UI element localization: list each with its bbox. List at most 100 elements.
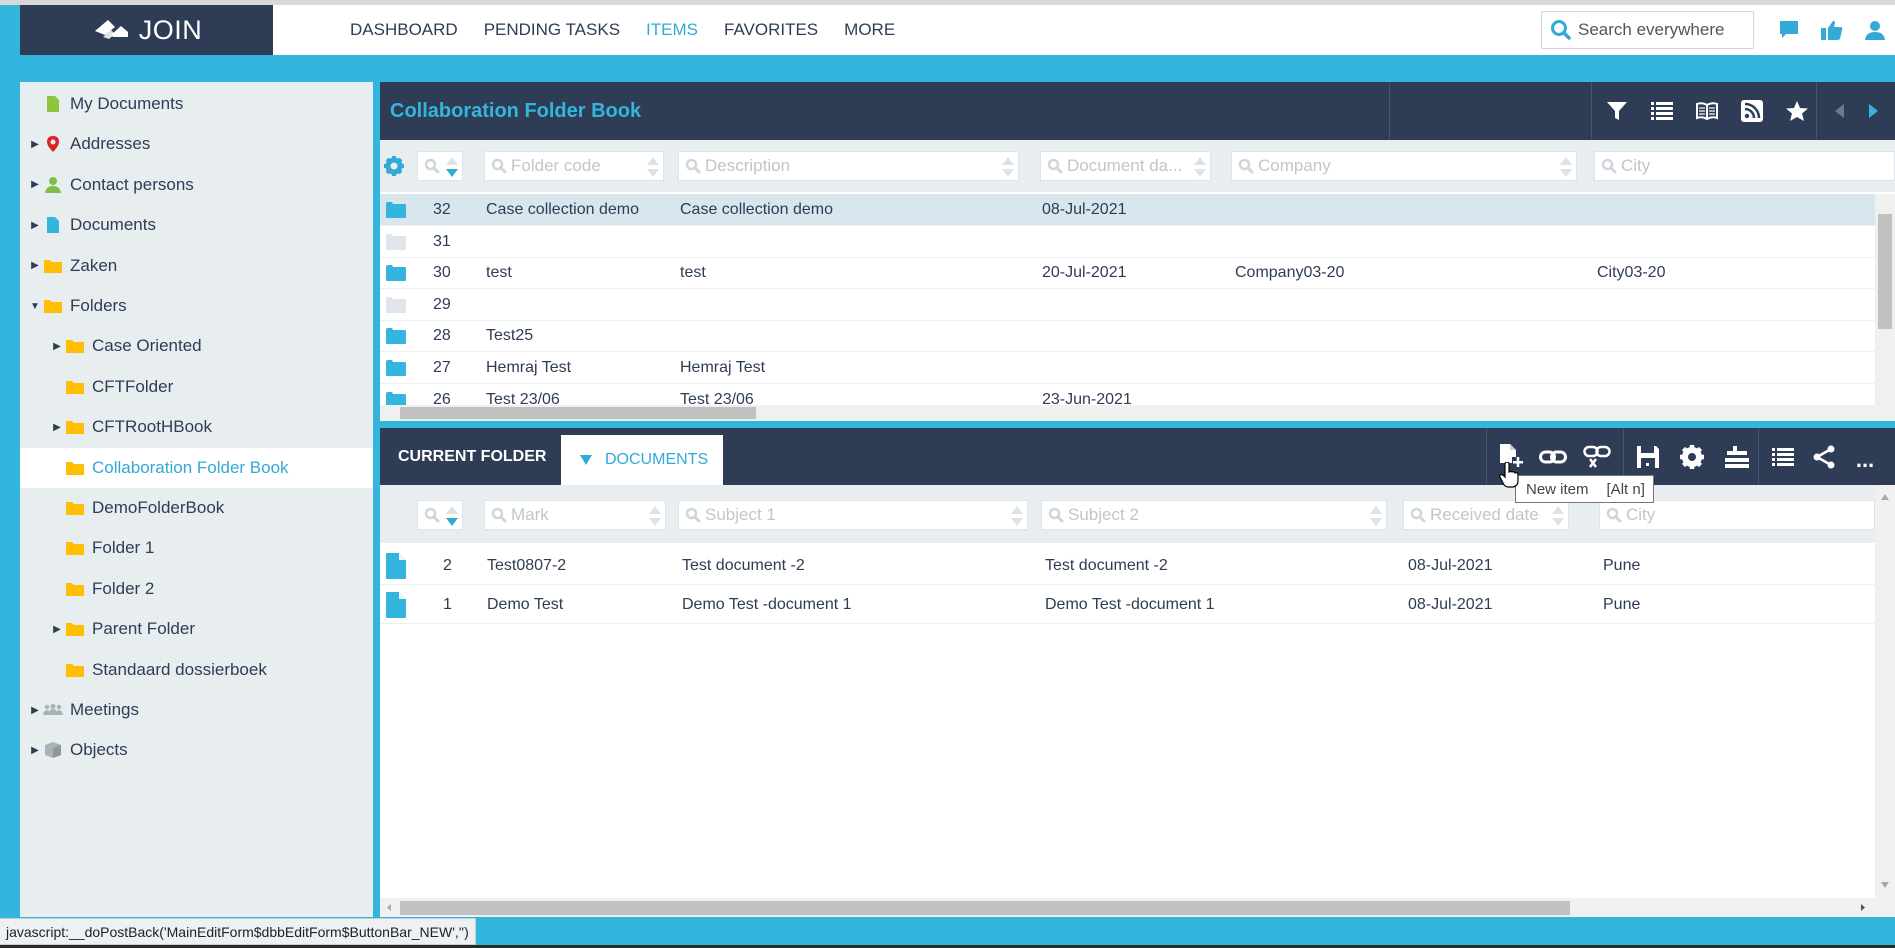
folder-row[interactable]: 30 test test 20-Jul-2021 Company03-20 City03-… — [380, 257, 1875, 290]
folder-row[interactable]: 28 Test25 — [380, 320, 1875, 353]
more-icon[interactable]: ... — [1848, 440, 1882, 474]
filter-placeholder: Subject 1 — [705, 505, 776, 524]
sidebar-item-my-documents[interactable]: My Documents — [20, 84, 373, 124]
filter-id[interactable] — [417, 500, 463, 530]
folder-grid-vertical-scrollbar[interactable] — [1875, 194, 1895, 405]
sidebar-item-documents[interactable]: ▶ Documents — [20, 205, 373, 245]
expand-arrow-icon[interactable]: ▶ — [28, 179, 42, 190]
expand-arrow-icon[interactable]: ▶ — [50, 341, 64, 352]
filter-subject-1[interactable]: Subject 1 — [678, 500, 1028, 530]
sidebar-item-folders[interactable]: ▼ Folders — [20, 286, 373, 326]
sidebar-item-objects[interactable]: ▶ Objects — [20, 730, 373, 770]
folder-icon — [64, 500, 86, 516]
filter-mark[interactable]: Mark — [484, 500, 666, 530]
scrollbar-thumb[interactable] — [400, 407, 756, 419]
folder-icon — [64, 662, 86, 678]
tab-current-folder[interactable]: CURRENT FOLDER — [380, 428, 560, 485]
documents-grid-vertical-scrollbar[interactable] — [1875, 485, 1895, 898]
sidebar-item-folder-1[interactable]: Folder 1 — [20, 528, 373, 568]
sidebar-item-collaboration-folder-book[interactable]: Collaboration Folder Book — [20, 447, 373, 488]
sidebar-item-demofolderbook[interactable]: DemoFolderBook — [20, 488, 373, 528]
sort-arrows-icon[interactable] — [1010, 503, 1024, 529]
sidebar-item-parent-folder[interactable]: ▶ Parent Folder — [20, 609, 373, 649]
cell-id: 1 — [443, 595, 452, 613]
folder-icon — [64, 460, 86, 476]
sidebar-item-zaken[interactable]: ▶ Zaken — [20, 246, 373, 286]
collapse-arrow-icon[interactable]: ▼ — [28, 301, 42, 312]
sidebar-item-cftfolder[interactable]: CFTFolder — [20, 367, 373, 407]
folder-row[interactable]: 31 — [380, 226, 1875, 258]
folder-grid-horizontal-scrollbar[interactable] — [380, 405, 1895, 421]
sidebar-item-case-oriented[interactable]: ▶ Case Oriented — [20, 326, 373, 366]
nav-favorites[interactable]: FAVORITES — [724, 20, 818, 40]
expand-arrow-icon[interactable]: ▶ — [28, 745, 42, 756]
sidebar-item-cftroothbook[interactable]: ▶ CFTRootHBook — [20, 407, 373, 447]
nav-items[interactable]: ITEMS — [646, 20, 698, 40]
list-view-icon[interactable] — [1766, 440, 1800, 474]
nav-dashboard[interactable]: DASHBOARD — [350, 20, 458, 40]
expand-arrow-icon[interactable]: ▶ — [28, 139, 42, 150]
sidebar-item-label: Folders — [70, 296, 127, 315]
scroll-left-arrow-icon[interactable] — [386, 903, 392, 912]
chat-icon[interactable] — [1778, 19, 1800, 41]
cell-city: Pune — [1603, 595, 1641, 613]
cell-folder-code: Test 23/06 — [486, 390, 560, 405]
sort-arrows-icon[interactable] — [1369, 503, 1383, 529]
scroll-right-arrow-icon[interactable] — [1860, 903, 1866, 912]
link-icon[interactable] — [1536, 440, 1570, 474]
scrollbar-thumb[interactable] — [400, 901, 1570, 915]
scroll-up-arrow-icon[interactable] — [1880, 493, 1890, 501]
folder-icon — [385, 226, 407, 258]
documents-grid-horizontal-scrollbar[interactable] — [380, 898, 1895, 917]
sort-arrows-icon[interactable] — [1551, 503, 1565, 529]
logo-text: JOIN — [138, 14, 203, 45]
expand-arrow-icon[interactable]: ▶ — [28, 260, 42, 271]
sidebar-tree: My Documents ▶ Addresses ▶ Contact persons ▶ D… — [20, 82, 373, 917]
user-icon[interactable] — [1864, 19, 1886, 41]
scroll-down-arrow-icon[interactable] — [1880, 881, 1890, 889]
global-search-input[interactable]: Search everywhere — [1541, 11, 1754, 49]
align-icon[interactable] — [1720, 440, 1754, 474]
expand-arrow-icon[interactable]: ▶ — [50, 422, 64, 433]
panel-splitter[interactable] — [380, 421, 1895, 428]
folder-icon — [385, 194, 407, 226]
sidebar-item-standaard-dossierboek[interactable]: Standaard dossierboek — [20, 650, 373, 690]
gear-icon[interactable] — [1675, 440, 1709, 474]
sort-arrows-icon[interactable] — [445, 503, 459, 529]
share-icon[interactable] — [1807, 440, 1841, 474]
sidebar-item-folder-2[interactable]: Folder 2 — [20, 569, 373, 609]
document-row[interactable]: 2 Test0807-2 Test document -2 Test document… — [380, 546, 1875, 585]
tab-documents[interactable]: DOCUMENTS — [561, 435, 723, 485]
document-row[interactable]: 1 Demo Test Demo Test -document 1 Demo Test… — [380, 585, 1875, 624]
filter-subject-2[interactable]: Subject 2 — [1041, 500, 1387, 530]
search-icon — [685, 507, 701, 523]
search-icon — [424, 507, 440, 523]
scrollbar-thumb[interactable] — [1878, 214, 1892, 329]
folder-row[interactable]: 32 Case collection demo Case collection de… — [380, 194, 1875, 226]
sort-arrows-icon[interactable] — [648, 503, 662, 529]
folder-row[interactable]: 29 — [380, 289, 1875, 321]
folder-icon — [64, 379, 86, 395]
filter-city[interactable]: City — [1599, 500, 1875, 530]
sidebar-item-addresses[interactable]: ▶ Addresses — [20, 124, 373, 164]
cell-id: 26 — [433, 390, 451, 405]
nav-more[interactable]: MORE — [844, 20, 895, 40]
cell-folder-code: test — [486, 264, 512, 282]
sidebar-item-contact-persons[interactable]: ▶ Contact persons — [20, 165, 373, 205]
filter-received-date[interactable]: Received date — [1403, 500, 1569, 530]
cell-description: Case collection demo — [680, 201, 833, 218]
save-icon[interactable] — [1631, 440, 1665, 474]
logo[interactable]: JOIN — [20, 5, 273, 55]
sidebar-item-meetings[interactable]: ▶ Meetings — [20, 690, 373, 730]
thumbs-up-icon[interactable] — [1820, 19, 1844, 41]
nav-pending-tasks[interactable]: PENDING TASKS — [484, 20, 620, 40]
cell-id: 32 — [433, 201, 451, 218]
folder-row[interactable]: 26 Test 23/06 Test 23/06 23-Jun-2021 — [380, 384, 1875, 405]
expand-arrow-icon[interactable]: ▶ — [28, 705, 42, 716]
expand-arrow-icon[interactable]: ▶ — [50, 624, 64, 635]
folder-row[interactable]: 27 Hemraj Test Hemraj Test — [380, 352, 1875, 384]
expand-arrow-icon[interactable]: ▶ — [28, 220, 42, 231]
cell-subject2: Demo Test -document 1 — [1045, 595, 1215, 613]
unlink-icon[interactable] — [1580, 440, 1614, 474]
tab-documents-label: DOCUMENTS — [605, 451, 709, 468]
